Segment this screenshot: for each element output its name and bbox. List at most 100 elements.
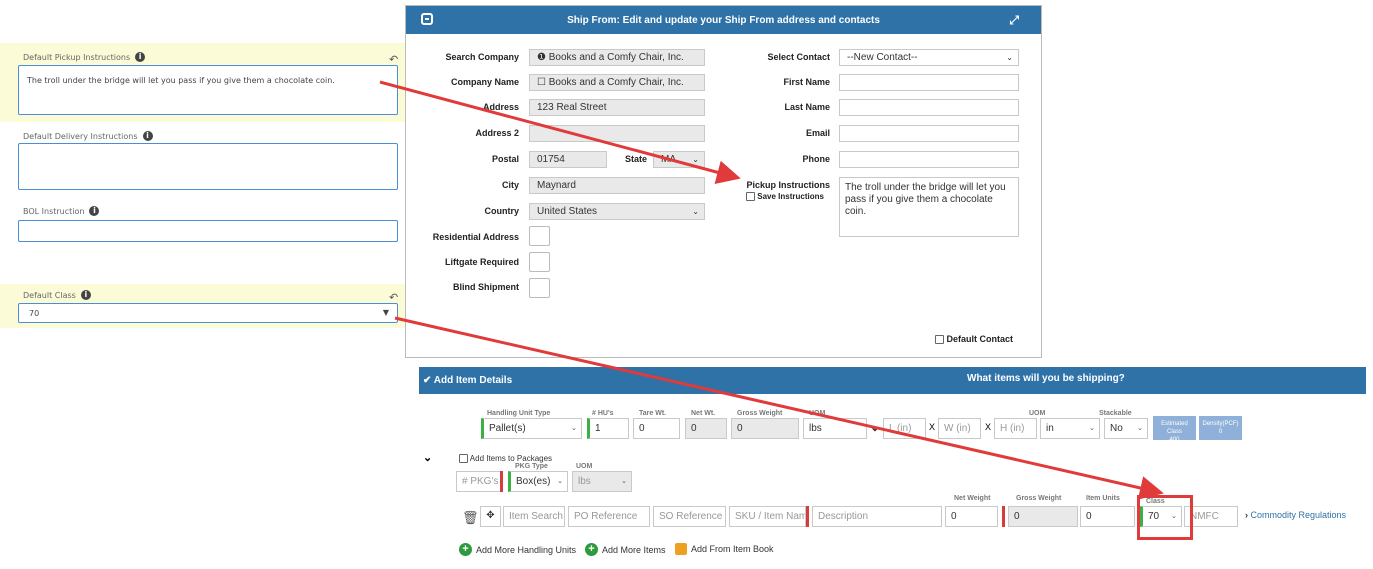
postal-input[interactable]: 01754 xyxy=(529,151,607,168)
add-item-details-toggle[interactable]: ✔ Add Item Details xyxy=(423,375,512,386)
width-input[interactable]: W (in) xyxy=(938,418,981,439)
postal-label: Postal xyxy=(491,154,519,164)
uom-select[interactable]: lbs xyxy=(803,418,867,439)
stackable-label: Stackable xyxy=(1099,410,1132,417)
times-label: X xyxy=(985,422,992,432)
bol-label: BOL Instruction i xyxy=(23,206,100,216)
blind-shipment-label: Blind Shipment xyxy=(453,282,519,292)
pickup-instructions-textarea[interactable]: The troll under the bridge will let you … xyxy=(839,177,1019,237)
dim-uom-label: UOM xyxy=(1029,410,1046,417)
add-items-button[interactable]: + Add More Items xyxy=(585,543,666,556)
add-to-packages[interactable]: Add Items to Packages xyxy=(459,454,552,464)
save-instructions-checkbox[interactable] xyxy=(746,192,755,202)
last-name-input[interactable] xyxy=(839,99,1019,116)
default-contact-checkbox[interactable] xyxy=(935,335,944,345)
pkg-uom-select: lbs ⌄ xyxy=(572,471,632,492)
stackable-select[interactable]: No ⌄ xyxy=(1104,418,1148,439)
plus-icon: + xyxy=(585,543,598,556)
pickup-instructions-label: Pickup Instructions xyxy=(746,180,830,190)
net-weight-input[interactable]: 0 xyxy=(945,506,998,527)
description-input[interactable]: Description xyxy=(812,506,942,527)
expand-icon[interactable]: ⤢ xyxy=(1009,13,1019,28)
chevron-right-icon: › xyxy=(1245,510,1248,520)
default-class-select[interactable]: 70 ▼ xyxy=(18,303,398,323)
info-icon: i xyxy=(135,52,146,62)
save-instructions[interactable]: Save Instructions xyxy=(746,192,824,202)
item-details-header: ✔ Add Item Details What items will you b… xyxy=(419,367,1366,394)
chevron-down-icon[interactable]: ⌄ xyxy=(423,451,432,464)
item-details-panel: ✔ Add Item Details What items will you b… xyxy=(419,367,1366,567)
delivery-instructions-field[interactable] xyxy=(18,143,398,190)
add-to-packages-checkbox[interactable] xyxy=(459,454,468,464)
modal-header: Ship From: Edit and update your Ship Fro… xyxy=(406,6,1041,34)
select-contact-select[interactable]: --New Contact-- ⌄ xyxy=(839,49,1019,66)
default-contact[interactable]: Default Contact xyxy=(935,334,1013,345)
city-input[interactable]: Maynard xyxy=(529,177,705,194)
chevron-down-icon: ⌄ xyxy=(557,478,563,485)
search-icon: ❶ xyxy=(537,52,549,63)
move-icon[interactable]: ✥ xyxy=(480,506,501,527)
handling-unit-type-label: Handling Unit Type xyxy=(487,410,551,417)
liftgate-checkbox[interactable] xyxy=(529,252,550,272)
add-from-item-book-button[interactable]: Add From Item Book xyxy=(675,543,774,555)
item-units-input[interactable]: 0 xyxy=(1080,506,1135,527)
gross-weight-input: 0 xyxy=(1008,506,1078,527)
chevron-down-icon: ⌄ xyxy=(1089,425,1095,432)
item-details-heading: What items will you be shipping? xyxy=(967,373,1125,384)
chevron-down-icon: ⌄ xyxy=(621,478,627,485)
info-icon: i xyxy=(89,206,100,216)
modal-title: Ship From: Edit and update your Ship Fro… xyxy=(567,14,880,26)
country-select[interactable]: United States ⌄ xyxy=(529,203,705,220)
state-select[interactable]: MA ⌄ xyxy=(653,151,705,168)
density-box: Density(PCF) 0 xyxy=(1199,416,1242,440)
address2-input[interactable] xyxy=(529,125,705,142)
required-marker xyxy=(806,506,809,527)
blind-shipment-checkbox[interactable] xyxy=(529,278,550,298)
chevron-down-icon: ⌄ xyxy=(1006,53,1013,62)
gross-input: 0 xyxy=(731,418,799,439)
residential-label: Residential Address xyxy=(432,232,519,242)
po-reference-input[interactable]: PO Reference xyxy=(568,506,650,527)
pkg-count-input[interactable]: # PKG's xyxy=(456,471,502,492)
uom-label: UOM xyxy=(809,410,826,417)
address-input[interactable]: 123 Real Street xyxy=(529,99,705,116)
commodity-regulations-link[interactable]: › Commodity Regulations xyxy=(1245,510,1346,520)
state-label: State xyxy=(624,154,647,164)
hus-input[interactable]: 1 xyxy=(587,418,629,439)
length-input[interactable]: L (in) xyxy=(883,418,926,439)
email-input[interactable] xyxy=(839,125,1019,142)
chevron-down-icon: ⌄ xyxy=(571,425,577,432)
phone-label: Phone xyxy=(802,154,830,164)
delivery-label: Default Delivery Instructions i xyxy=(23,131,153,141)
so-reference-input[interactable]: SO Reference xyxy=(653,506,726,527)
height-input[interactable]: H (in) xyxy=(994,418,1037,439)
item-units-label: Item Units xyxy=(1086,495,1120,502)
pickup-instructions-field[interactable]: The troll under the bridge will let you … xyxy=(18,65,398,115)
search-company-input[interactable]: ❶ Books and a Comfy Chair, Inc. xyxy=(529,49,705,66)
residential-checkbox[interactable] xyxy=(529,226,550,246)
phone-input[interactable] xyxy=(839,151,1019,168)
chevron-down-icon[interactable]: ⌄ xyxy=(870,420,880,434)
pkg-type-select[interactable]: Box(es) ⌄ xyxy=(508,471,568,492)
dim-uom-select[interactable]: in ⌄ xyxy=(1040,418,1100,439)
handling-unit-type-select[interactable]: Pallet(s) ⌄ xyxy=(481,418,582,439)
gross-weight-label: Gross Weight xyxy=(1016,495,1062,502)
chevron-down-icon: ⌄ xyxy=(692,207,699,216)
bol-instruction-field[interactable] xyxy=(18,220,398,242)
first-name-input[interactable] xyxy=(839,74,1019,91)
country-label: Country xyxy=(484,206,520,216)
sku-input[interactable]: SKU / Item Nam xyxy=(729,506,806,527)
trash-icon[interactable]: 🗑 xyxy=(462,510,479,526)
default-class-label: Default Class i xyxy=(23,290,91,300)
first-name-label: First Name xyxy=(783,77,830,87)
hus-label: # HU's xyxy=(592,410,614,417)
add-handling-units-button[interactable]: + Add More Handling Units xyxy=(459,543,576,556)
item-search-input[interactable]: Item Search xyxy=(503,506,565,527)
edit-icon: ☐ xyxy=(537,77,549,88)
last-name-label: Last Name xyxy=(784,102,830,112)
liftgate-label: Liftgate Required xyxy=(444,257,519,267)
company-name-input[interactable]: ☐ Books and a Comfy Chair, Inc. xyxy=(529,74,705,91)
estimated-class-box: Estimated Class 400 xyxy=(1153,416,1196,443)
tare-input[interactable]: 0 xyxy=(633,418,680,439)
times-label: X xyxy=(929,422,936,432)
